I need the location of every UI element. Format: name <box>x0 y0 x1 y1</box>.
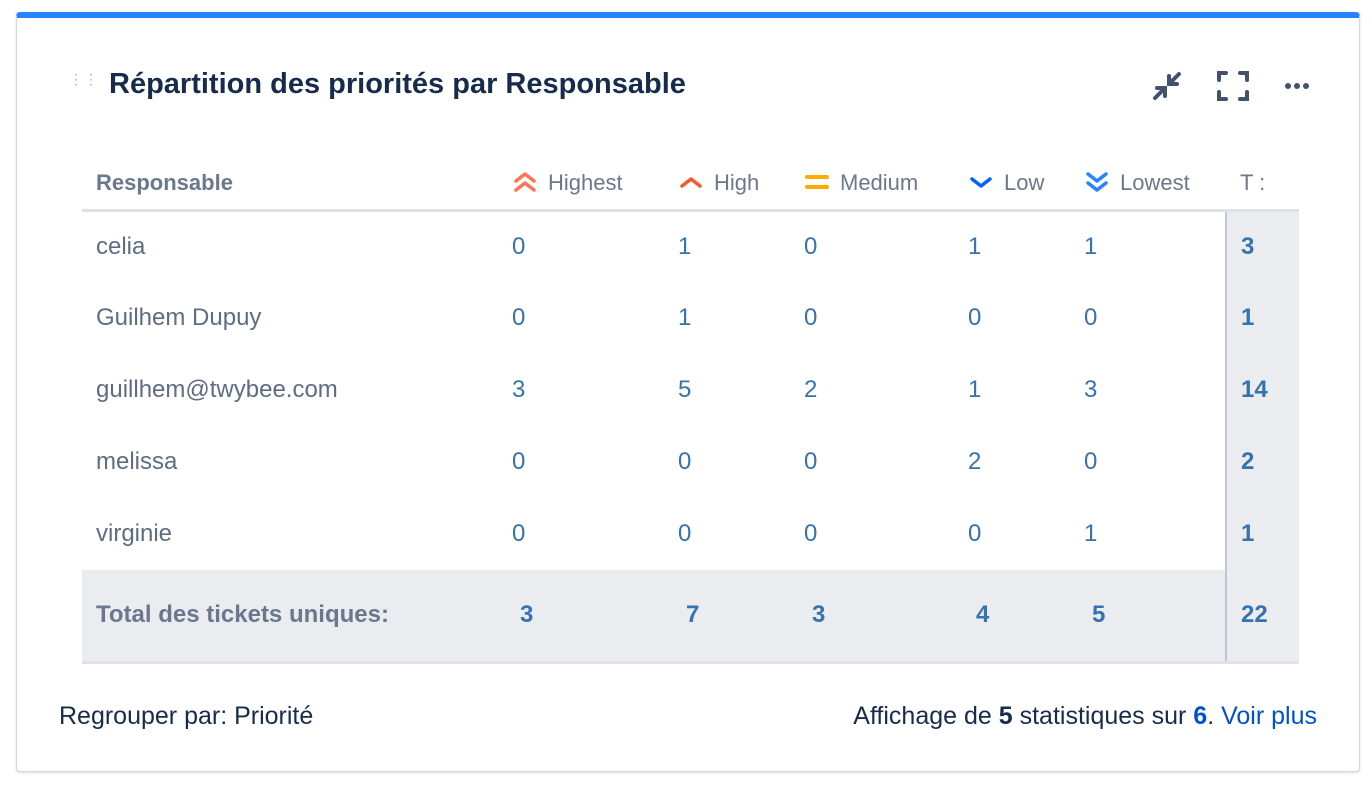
table-row: guillhem@twybee.com 3 5 2 1 3 14 <box>82 354 1299 426</box>
see-more-link[interactable]: Voir plus <box>1221 702 1317 730</box>
header-high[interactable]: High <box>664 158 790 212</box>
drag-handle-icon[interactable]: ⋮⋮ <box>69 72 98 94</box>
total-low[interactable]: 4 <box>954 570 1070 664</box>
row-total[interactable]: 1 <box>1225 498 1299 570</box>
table-row: Guilhem Dupuy 0 1 0 0 0 1 <box>82 282 1299 354</box>
assignee-name: Guilhem Dupuy <box>96 304 262 331</box>
header-highest[interactable]: Highest <box>498 158 664 212</box>
table-row: melissa 0 0 0 2 0 2 <box>82 426 1299 498</box>
header-low[interactable]: Low <box>954 158 1070 212</box>
assignee-name: guillhem@twybee.com <box>96 376 338 403</box>
header-lowest[interactable]: Lowest <box>1070 158 1226 212</box>
count-low[interactable]: 1 <box>954 210 1070 282</box>
total-lowest[interactable]: 5 <box>1070 570 1226 664</box>
count-low[interactable]: 0 <box>954 498 1070 570</box>
assignee-name: celia <box>96 232 146 260</box>
count-low[interactable]: 1 <box>954 354 1070 426</box>
medium-priority-icon <box>805 175 829 190</box>
count-medium[interactable]: 0 <box>790 498 954 570</box>
table-row: celia 0 1 0 1 1 3 <box>82 210 1299 282</box>
count-highest[interactable]: 0 <box>498 210 664 282</box>
count-medium[interactable]: 0 <box>790 426 954 498</box>
header-total[interactable]: T : <box>1226 158 1299 212</box>
count-low[interactable]: 2 <box>954 426 1070 498</box>
more-icon[interactable] <box>1279 68 1315 104</box>
minimize-icon[interactable] <box>1149 68 1185 104</box>
count-highest[interactable]: 0 <box>498 426 664 498</box>
count-high[interactable]: 1 <box>664 282 790 354</box>
count-medium[interactable]: 0 <box>790 282 954 354</box>
count-lowest[interactable]: 0 <box>1070 426 1226 498</box>
group-by-label: Regrouper par: Priorité <box>59 702 314 730</box>
gadget-card: ⋮⋮ Répartition des priorités par Respons… <box>16 12 1360 772</box>
total-medium[interactable]: 3 <box>790 570 954 664</box>
count-high[interactable]: 0 <box>664 426 790 498</box>
fullscreen-icon[interactable] <box>1215 68 1251 104</box>
count-highest[interactable]: 3 <box>498 354 664 426</box>
total-high[interactable]: 7 <box>664 570 790 664</box>
row-total[interactable]: 14 <box>1225 354 1299 426</box>
count-lowest[interactable]: 0 <box>1070 282 1226 354</box>
row-total[interactable]: 3 <box>1225 210 1299 282</box>
totals-label: Total des tickets uniques: <box>82 570 498 664</box>
grand-total[interactable]: 22 <box>1225 570 1299 664</box>
assignee-name: virginie <box>96 520 173 547</box>
row-total[interactable]: 2 <box>1225 426 1299 498</box>
gadget-title: Répartition des priorités par Responsabl… <box>109 68 686 100</box>
header-row: Responsable Highest High Medium Low Lowe… <box>82 158 1299 212</box>
count-medium[interactable]: 0 <box>790 210 954 282</box>
count-highest[interactable]: 0 <box>498 498 664 570</box>
count-high[interactable]: 1 <box>664 210 790 282</box>
high-priority-icon <box>680 177 702 188</box>
count-high[interactable]: 0 <box>664 498 790 570</box>
low-priority-icon <box>970 177 992 188</box>
count-low[interactable]: 0 <box>954 282 1070 354</box>
totals-row: Total des tickets uniques: 3 7 3 4 5 22 <box>82 570 1299 664</box>
total-highest[interactable]: 3 <box>498 570 664 664</box>
count-medium[interactable]: 2 <box>790 354 954 426</box>
count-highest[interactable]: 0 <box>498 282 664 354</box>
highest-priority-icon <box>514 172 536 192</box>
count-lowest[interactable]: 1 <box>1070 210 1226 282</box>
header-medium[interactable]: Medium <box>790 158 954 212</box>
count-high[interactable]: 5 <box>664 354 790 426</box>
priority-table: Responsable Highest High Medium Low Lowe… <box>82 158 1299 664</box>
table-row: virginie 0 0 0 0 1 1 <box>82 498 1299 570</box>
assignee-name: melissa <box>96 448 178 475</box>
stats-summary: Affichage de 5 statistiques sur 6. Voir … <box>853 702 1317 730</box>
count-lowest[interactable]: 1 <box>1070 498 1226 570</box>
count-lowest[interactable]: 3 <box>1070 354 1226 426</box>
lowest-priority-icon <box>1086 172 1108 192</box>
header-responsable[interactable]: Responsable <box>82 158 498 212</box>
row-total[interactable]: 1 <box>1225 282 1299 354</box>
